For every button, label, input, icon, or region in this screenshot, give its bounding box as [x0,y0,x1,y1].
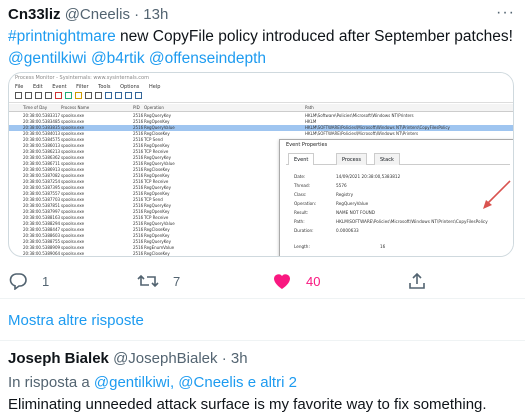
column-process: Process Name [61,105,90,110]
share-icon [409,272,425,289]
column-pid: PID [133,105,140,110]
length-value: 16 [380,244,386,249]
tweet-header: Cn33liz @Cneelis · 13h [8,6,168,23]
procmon-toolbar [9,91,513,103]
save-icon [25,92,32,99]
tweet-body: new CopyFile policy introduced after Sep… [115,28,513,45]
find-icon [85,92,92,99]
dialog-field-label: Thread: [294,183,311,188]
dialog-field-label: Date: [294,174,306,179]
show-more-replies-link[interactable]: Mostra altre risposte [8,312,144,329]
open-icon [15,92,22,99]
tweet-text: #printnightmare new CopyFile policy intr… [8,27,513,69]
dialog-field-label: Path: [294,219,305,224]
procmon-menu-item: Filter [76,84,89,90]
hashtag-link[interactable]: #printnightmare [8,28,116,45]
tab-process: Process [336,153,367,165]
dialog-field-value: RegQueryValue [336,201,369,206]
dialog-field-value: 14/09/2021 20:38:00,5383812 [336,174,401,179]
network-icon [125,92,132,99]
tab-event: Event [288,153,315,165]
time-separator: · [134,6,140,23]
dialog-tabs: Event Process Stack [286,153,510,165]
reply-count: 1 [42,273,50,289]
in-reply-prefix: In risposta a [8,374,94,391]
highlight-icon [75,92,82,99]
procmon-menu-bar: File Edit Event Filter Tools Options Hel… [9,83,513,91]
column-time: Time of Day [23,105,48,110]
procmon-cell-proc: spoolsv.exe [61,251,85,256]
dialog-field-label: Duration: [294,228,314,233]
process-icon [135,92,142,99]
mention-link[interactable]: @offenseindepth [149,50,266,67]
like-count: 40 [306,273,321,289]
more-options-icon[interactable]: ··· [496,4,515,22]
tweet-time[interactable]: 13h [143,6,168,23]
dialog-field-value: NAME NOT FOUND [336,210,376,215]
dialog-field-value: Registry [336,192,354,197]
reply-author-handle[interactable]: @JosephBialek [113,350,217,367]
dialog-title: Event Properties [286,142,328,148]
reply-author-name[interactable]: Joseph Bialek [8,350,109,367]
length-label: Length: [294,244,310,249]
procmon-window-title: Process Monitor - Sysinternals: www.sysi… [9,73,513,83]
reply-button[interactable]: 1 [8,272,49,290]
procmon-cell-pid: 2516 [133,251,144,256]
share-button[interactable] [408,272,426,290]
mention-link[interactable]: @b4rtik [91,50,145,67]
dialog-field-label: Class: [294,192,307,197]
procmon-menu-item: File [15,84,24,90]
time-separator: · [221,350,227,367]
heart-icon [274,274,290,289]
procmon-menu-item: Event [52,84,67,90]
tweet-action-bar: 1 7 40 [0,270,525,292]
dialog-field-value: HKLM\SOFTWARE\Policies\Microsoft\Windows… [336,219,488,224]
reply-header: Joseph Bialek @JosephBialek · 3h [8,350,248,367]
divider [0,340,525,341]
procmon-menu-item: Tools [98,84,111,90]
procmon-column-header: Time of Day Process Name PID Operation P… [9,104,513,112]
tab-stack: Stack [374,153,400,165]
in-reply-to: In risposta a @gentilkiwi, @Cneelis e al… [8,374,297,391]
reply-icon [9,273,27,290]
dialog-field-label: Operation: [294,201,317,206]
author-handle[interactable]: @Cneelis [65,6,130,23]
procmon-menu-item: Help [148,84,161,90]
like-button[interactable]: 40 [272,272,320,290]
retweet-count: 7 [173,273,181,289]
capture-icon [35,92,42,99]
mention-link[interactable]: @gentilkiwi [8,50,87,67]
autoscroll-icon [45,92,52,99]
procmon-cell-time: 20:38:00.5389064 [23,251,61,256]
jump-icon [95,92,102,99]
registry-icon [105,92,112,99]
dialog-field-value: 0.0000633 [336,228,359,233]
divider [0,298,525,299]
procmon-cell-op: RegCloseKey [144,251,170,256]
author-name[interactable]: Cn33liz [8,6,61,23]
filesystem-icon [115,92,122,99]
dialog-field-value: 5576 [336,183,347,188]
column-operation: Operation [144,105,164,110]
procmon-menu-item: Edit [32,84,43,90]
procmon-menu-item: Options [120,84,140,90]
filter-icon [65,92,72,99]
red-arrow-annotation [483,180,511,209]
clear-icon [55,92,62,99]
dialog-field-label: Result: [294,210,309,215]
column-path: Path [305,105,314,110]
in-reply-users-link[interactable]: @gentilkiwi, @Cneelis e altri 2 [94,374,297,391]
retweet-icon [137,274,159,288]
event-properties-dialog: Event Properties Event Process Stack Dat… [279,139,513,256]
retweet-button[interactable]: 7 [137,272,180,290]
reply-time[interactable]: 3h [231,350,248,367]
reply-text: Eliminating unneeded attack surface is m… [8,396,487,413]
tweet-media-image[interactable]: Process Monitor - Sysinternals: www.sysi… [8,72,514,257]
